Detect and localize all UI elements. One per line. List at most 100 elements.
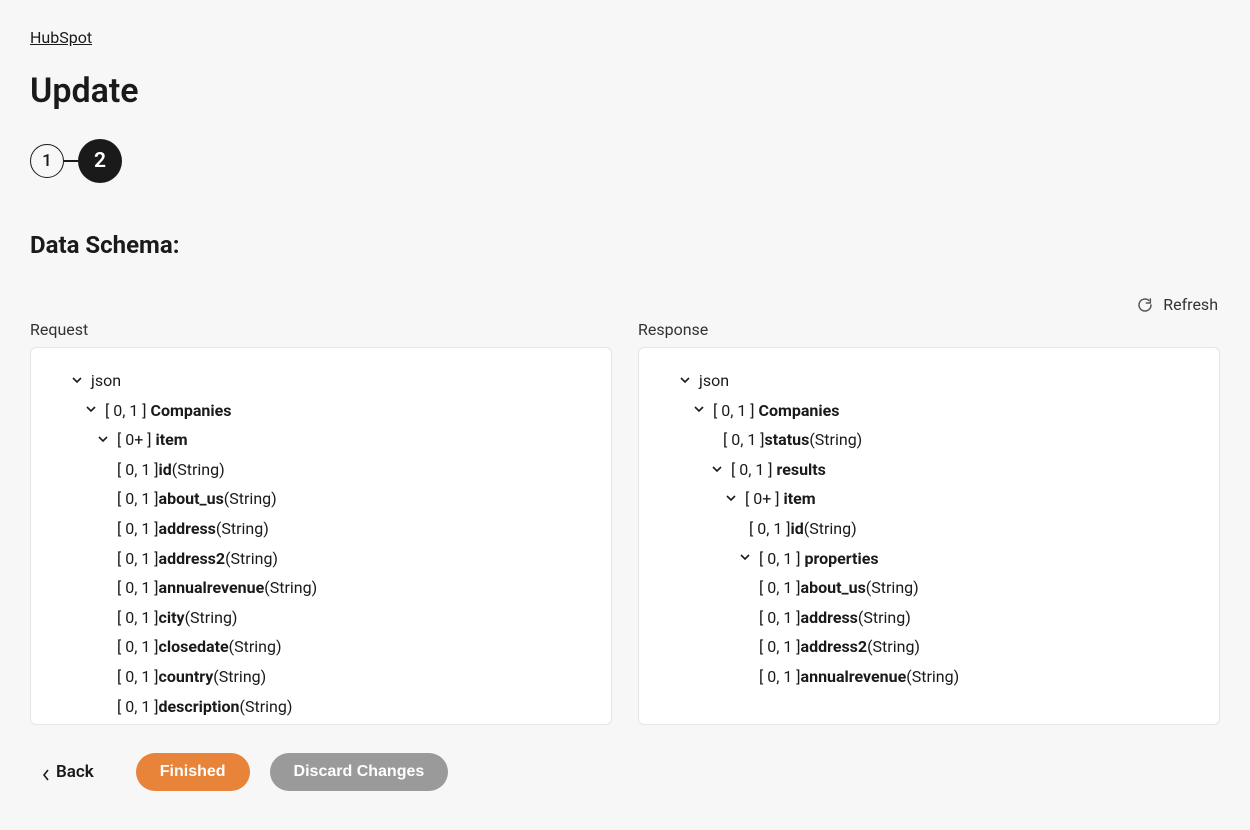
tree-field-name: status (765, 425, 810, 455)
section-heading-data-schema: Data Schema: (30, 231, 1220, 259)
finished-button[interactable]: Finished (136, 753, 250, 791)
tree-row-properties[interactable]: [ 0, 1 ] properties (661, 544, 1197, 574)
tree-field-name: Companies (759, 396, 840, 426)
step-connector (64, 160, 78, 162)
tree-row-field[interactable]: [ 0, 1 ] city (String) (53, 603, 589, 633)
tree-cardinality: [ 0, 1 ] (713, 396, 755, 426)
tree-field-name: address (159, 514, 216, 544)
step-1[interactable]: 1 (30, 144, 64, 178)
tree-row-field[interactable]: [ 0, 1 ] address (String) (53, 514, 589, 544)
chevron-down-icon (711, 463, 725, 477)
tree-field-type: (String) (804, 514, 857, 544)
tree-row-field[interactable]: [ 0, 1 ] address2 (String) (53, 544, 589, 574)
tree-row-json[interactable]: json (53, 366, 589, 396)
tree-row-field[interactable]: [ 0, 1 ] about_us (String) (53, 484, 589, 514)
tree-cardinality: [ 0, 1 ] (117, 455, 159, 485)
tree-label: json (91, 366, 121, 396)
tree-field-type: (String) (866, 573, 919, 603)
tree-cardinality: [ 0+ ] (117, 425, 152, 455)
tree-cardinality: [ 0, 1 ] (117, 692, 159, 722)
tree-field-name: results (777, 455, 826, 485)
tree-row-field[interactable]: [ 0, 1 ] about_us (String) (661, 573, 1197, 603)
tree-field-type: (String) (225, 544, 278, 574)
tree-field-name: country (159, 662, 214, 692)
chevron-down-icon (679, 374, 693, 388)
tree-row-companies[interactable]: [ 0, 1 ] Companies (53, 396, 589, 426)
tree-field-type: (String) (858, 603, 911, 633)
tree-row-id[interactable]: [ 0, 1 ] id (String) (661, 514, 1197, 544)
tree-field-type: (String) (172, 455, 225, 485)
tree-cardinality: [ 0, 1 ] (117, 514, 159, 544)
tree-cardinality: [ 0, 1 ] (759, 662, 801, 692)
tree-row-field[interactable]: [ 0, 1 ] description (String) (53, 692, 589, 722)
tree-cardinality: [ 0, 1 ] (117, 632, 159, 662)
tree-row-status[interactable]: [ 0, 1 ] status (String) (661, 425, 1197, 455)
tree-field-type: (String) (224, 484, 277, 514)
discard-changes-button[interactable]: Discard Changes (270, 753, 449, 791)
tree-row-field[interactable]: [ 0, 1 ] closedate (String) (53, 632, 589, 662)
tree-cardinality: [ 0, 1 ] (749, 514, 791, 544)
tree-row-results[interactable]: [ 0, 1 ] results (661, 455, 1197, 485)
chevron-down-icon (693, 403, 707, 417)
tree-field-name: about_us (801, 573, 866, 603)
tree-row-item[interactable]: [ 0+ ] item (53, 425, 589, 455)
tree-field-name: Companies (151, 396, 232, 426)
tree-row-json[interactable]: json (661, 366, 1197, 396)
tree-field-name: item (783, 484, 815, 514)
request-panel: json [ 0, 1 ] Companies [ 0+ ] (30, 347, 612, 725)
request-label: Request (30, 320, 612, 339)
tree-cardinality: [ 0, 1 ] (117, 573, 159, 603)
tree-field-type: (String) (264, 573, 317, 603)
tree-field-name: id (791, 514, 804, 544)
response-panel: json [ 0, 1 ] Companies [ 0, 1 ] status … (638, 347, 1220, 725)
tree-field-type: (String) (213, 662, 266, 692)
chevron-left-icon (42, 766, 50, 778)
chevron-down-icon (97, 433, 111, 447)
tree-field-type: (String) (185, 603, 238, 633)
tree-field-name: properties (805, 544, 879, 574)
tree-row-field[interactable]: [ 0, 1 ] address2 (String) (661, 632, 1197, 662)
tree-field-type: (String) (229, 632, 282, 662)
response-label: Response (638, 320, 1220, 339)
tree-row-field[interactable]: [ 0, 1 ] country (String) (53, 662, 589, 692)
tree-field-name: id (159, 455, 172, 485)
tree-cardinality: [ 0, 1 ] (723, 425, 765, 455)
tree-field-name: address (801, 603, 858, 633)
tree-field-type: (String) (239, 692, 292, 722)
refresh-button[interactable]: Refresh (1137, 295, 1220, 314)
tree-field-type: (String) (906, 662, 959, 692)
tree-cardinality: [ 0, 1 ] (117, 484, 159, 514)
tree-field-type: (String) (867, 632, 920, 662)
chevron-down-icon (725, 492, 739, 506)
tree-field-name: address2 (159, 544, 226, 574)
tree-row-field[interactable]: [ 0, 1 ] address (String) (661, 603, 1197, 633)
tree-label: json (699, 366, 729, 396)
page-title: Update (30, 71, 1220, 111)
tree-cardinality: [ 0, 1 ] (117, 544, 159, 574)
tree-cardinality: [ 0, 1 ] (759, 632, 801, 662)
stepper: 1 2 (30, 139, 1220, 183)
refresh-icon (1137, 297, 1153, 313)
tree-row-companies[interactable]: [ 0, 1 ] Companies (661, 396, 1197, 426)
tree-field-name: address2 (801, 632, 868, 662)
breadcrumb-hubspot[interactable]: HubSpot (30, 28, 92, 47)
tree-row-field[interactable]: [ 0, 1 ] annualrevenue (String) (53, 573, 589, 603)
back-button[interactable]: Back (42, 762, 94, 782)
tree-row-field[interactable]: [ 0, 1 ] annualrevenue (String) (661, 662, 1197, 692)
tree-field-name: annualrevenue (159, 573, 265, 603)
tree-cardinality: [ 0+ ] (745, 484, 780, 514)
tree-field-name: annualrevenue (801, 662, 907, 692)
refresh-label: Refresh (1163, 295, 1218, 314)
tree-cardinality: [ 0, 1 ] (117, 662, 159, 692)
tree-cardinality: [ 0, 1 ] (759, 603, 801, 633)
tree-row-item[interactable]: [ 0+ ] item (661, 484, 1197, 514)
tree-cardinality: [ 0, 1 ] (759, 544, 801, 574)
tree-row-field[interactable]: [ 0, 1 ] id (String) (53, 455, 589, 485)
tree-field-name: closedate (159, 632, 229, 662)
chevron-down-icon (739, 551, 753, 565)
tree-field-name: description (159, 692, 240, 722)
tree-cardinality: [ 0, 1 ] (759, 573, 801, 603)
chevron-down-icon (71, 374, 85, 388)
step-2[interactable]: 2 (78, 139, 122, 183)
chevron-down-icon (85, 403, 99, 417)
